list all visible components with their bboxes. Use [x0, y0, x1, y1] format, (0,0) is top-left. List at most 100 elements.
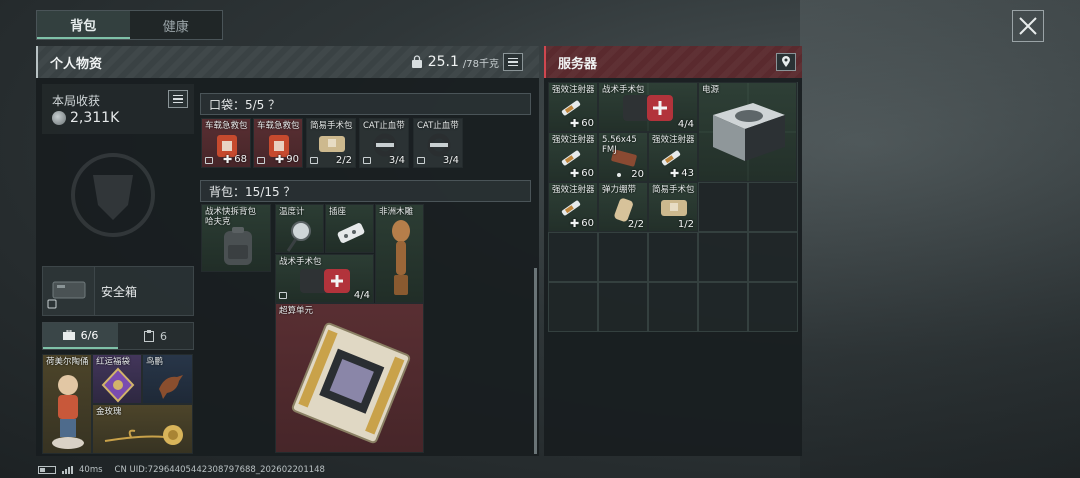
- item-name: 红运福袋: [96, 357, 131, 367]
- item-name: 强效注射器: [552, 135, 595, 145]
- backpack-icon: [224, 227, 252, 265]
- tab-backpack[interactable]: 背包: [37, 11, 130, 39]
- weight-max: /78千克: [462, 58, 499, 70]
- item-count: 60: [581, 118, 594, 129]
- tourniquet-icon: [373, 133, 397, 157]
- safe-item-bird-statue[interactable]: 鸟鹏: [142, 354, 193, 404]
- figurine-icon: [52, 375, 84, 449]
- item-count-row: ✚ 90: [275, 153, 299, 166]
- server-empty-slot[interactable]: [548, 282, 598, 332]
- safe-item-lucky-bag[interactable]: 红运福袋: [92, 354, 142, 404]
- faction-emblem-icon: [71, 153, 155, 237]
- pocket-item-tourniquet[interactable]: CAT止血带 3/4: [359, 118, 409, 168]
- server-empty-slot[interactable]: [698, 232, 748, 282]
- item-count: 4/4: [353, 290, 370, 301]
- server-empty-slot[interactable]: [748, 232, 798, 282]
- server-empty-slot[interactable]: [748, 182, 798, 232]
- server-empty-slot[interactable]: [598, 282, 648, 332]
- server-item-power-supply[interactable]: 电源: [698, 82, 797, 182]
- safe-item-golden-rose[interactable]: 金玫瑰: [92, 404, 193, 454]
- ammo-dot-icon: [617, 172, 622, 177]
- pocket-item-car-first-aid[interactable]: 车载急救包 ✚ 68: [201, 118, 251, 168]
- item-name: 简易手术包: [310, 121, 353, 131]
- heal-plus-icon: ✚: [275, 153, 285, 166]
- server-title: 服务器: [558, 56, 598, 72]
- server-empty-slot[interactable]: [748, 282, 798, 332]
- backpack-item-power-strip[interactable]: 插座: [325, 204, 374, 253]
- server-item-syringe-3[interactable]: 强效注射器 ✚ 43: [648, 132, 698, 182]
- server-empty-slot[interactable]: [548, 232, 598, 282]
- server-empty-slot[interactable]: [648, 282, 698, 332]
- server-item-surgical-kit[interactable]: 简易手术包 1/2: [648, 182, 698, 232]
- earnings-value-row: 2,311K: [52, 110, 119, 126]
- backpack-header[interactable]: 背包：15/15 ？: [200, 180, 531, 202]
- item-name: 非洲木雕: [379, 207, 414, 217]
- item-count-row: 20: [617, 169, 644, 180]
- backpack-item-thermometer[interactable]: 温度计: [275, 204, 324, 253]
- safe-box-icon: [47, 281, 86, 309]
- pocket-item-tourniquet-2[interactable]: CAT止血带 3/4: [413, 118, 463, 168]
- item-count: 60: [581, 168, 594, 179]
- item-name: CAT止血带: [363, 121, 405, 131]
- earnings-value: 2,311K: [70, 110, 120, 126]
- heal-plus-icon: ✚: [670, 167, 680, 180]
- tactical-surgery-kit-icon: [300, 269, 350, 293]
- backpack-item-supercomputer-unit[interactable]: 超算单元: [275, 303, 424, 453]
- tourniquet-icon: [427, 133, 451, 157]
- power-strip-icon: [337, 223, 365, 243]
- surgical-kit-icon: [319, 136, 345, 152]
- tab-safe-tasks[interactable]: 6: [118, 323, 193, 349]
- server-empty-slot[interactable]: [698, 282, 748, 332]
- item-count: 90: [286, 154, 299, 165]
- sort-button[interactable]: [503, 53, 523, 71]
- server-header: 服务器: [544, 46, 802, 78]
- item-name: 强效注射器: [552, 85, 595, 95]
- server-item-syringe[interactable]: 强效注射器 ✚ 60: [548, 82, 598, 132]
- item-name: 鸟鹏: [146, 357, 164, 367]
- server-location-button[interactable]: [776, 53, 796, 71]
- syringe-icon: [561, 100, 581, 116]
- server-empty-slot[interactable]: [648, 232, 698, 282]
- safe-box-thumb: [43, 267, 95, 315]
- personal-title: 个人物资: [50, 56, 103, 72]
- item-count-row: ✚ 60: [570, 217, 594, 230]
- briefcase-icon: [62, 330, 75, 340]
- item-name: 战术手术包: [279, 257, 322, 267]
- backpack-scrollbar[interactable]: [534, 268, 537, 454]
- backpack-item-tactical-backpack[interactable]: 战术快拆背包 哈夫克: [201, 204, 271, 272]
- item-name: 温度计: [279, 207, 305, 217]
- tab-health[interactable]: 健康: [130, 11, 223, 39]
- safe-box-slot[interactable]: 安全箱: [42, 266, 194, 316]
- stack-icon: [310, 157, 318, 164]
- item-name: 弹力绷带: [602, 185, 637, 195]
- server-item-tactical-surgery-kit[interactable]: 战术手术包 4/4: [598, 82, 698, 132]
- stack-icon: [417, 157, 425, 164]
- safe-subtabs: 6/6 6: [42, 322, 194, 350]
- item-count: 4/4: [677, 119, 694, 130]
- server-item-ammo[interactable]: 5.56x45 FMJ 20: [598, 132, 648, 182]
- server-item-elastic-bandage[interactable]: 弹力绷带 2/2: [598, 182, 648, 232]
- backpack-item-african-carving[interactable]: 非洲木雕: [375, 204, 424, 303]
- tab-safe-tasks-label: 6: [160, 329, 167, 343]
- tab-safe-items[interactable]: 6/6: [43, 323, 118, 349]
- item-name: 5.56x45 FMJ: [602, 135, 637, 155]
- server-item-syringe-2[interactable]: 强效注射器 ✚ 60: [548, 132, 598, 182]
- safe-item-figurine[interactable]: 荷美尔陶俑: [42, 354, 92, 454]
- close-button[interactable]: [1012, 10, 1044, 42]
- server-item-syringe-4[interactable]: 强效注射器 ✚ 60: [548, 182, 598, 232]
- item-name: 荷美尔陶俑: [46, 357, 89, 367]
- pocket-header[interactable]: 口袋：5/5 ？: [200, 93, 531, 115]
- server-empty-slot[interactable]: [698, 182, 748, 232]
- lucky-bag-icon: [101, 367, 135, 403]
- earnings-detail-button[interactable]: [168, 90, 188, 108]
- pocket-item-car-first-aid-2[interactable]: 车载急救包 ✚ 90: [253, 118, 303, 168]
- item-name: 电源: [702, 85, 720, 95]
- pocket-item-surgical-kit[interactable]: 简易手术包 2/2: [306, 118, 356, 168]
- item-name: 车载急救包: [205, 121, 248, 131]
- server-empty-slot[interactable]: [598, 232, 648, 282]
- weight-current: 25.1: [427, 54, 459, 70]
- list-icon: [508, 57, 518, 60]
- item-count: 20: [631, 169, 644, 180]
- backpack-item-tactical-surgery-kit[interactable]: 战术手术包 4/4: [275, 254, 374, 303]
- stack-icon: [257, 157, 265, 164]
